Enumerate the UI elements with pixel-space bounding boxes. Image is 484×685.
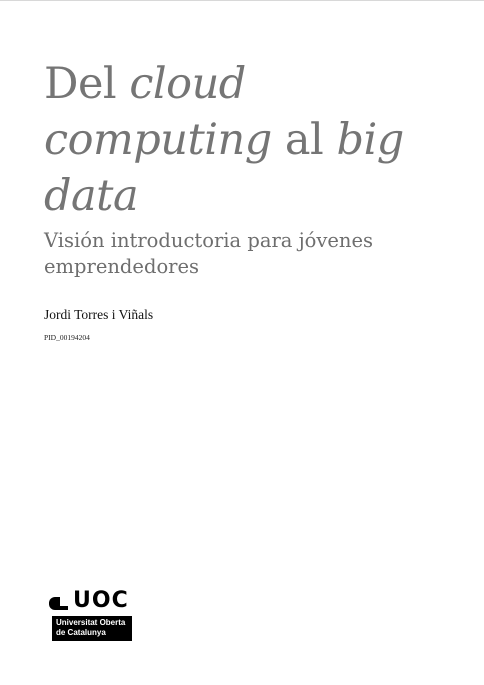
logo-name-box: Universitat Oberta de Catalunya xyxy=(52,616,132,641)
document-id: PID_00194204 xyxy=(44,333,90,342)
document-title: Del cloud computing al big data xyxy=(44,56,464,224)
logo-name-line-2: de Catalunya xyxy=(56,628,106,637)
author-name: Jordi Torres i Viñals xyxy=(44,307,154,322)
top-divider xyxy=(0,0,484,1)
logo-mark-icon xyxy=(49,597,68,610)
document-subtitle: Visión introductoria para jóvenes empren… xyxy=(44,229,374,278)
title-part-5: big xyxy=(336,115,404,165)
title-part-6: data xyxy=(44,171,139,221)
logo-wordmark: UOC xyxy=(73,588,129,613)
logo-top-row: UOC xyxy=(49,588,135,614)
title-part-2: cloud xyxy=(129,59,246,109)
title-part-3: computing xyxy=(44,115,272,165)
document-page: Del cloud computing al big data Visión int… xyxy=(0,0,484,685)
uoc-logo: UOC Universitat Oberta de Catalunya xyxy=(49,588,135,643)
title-part-4: al xyxy=(271,115,337,165)
logo-name-line-1: Universitat Oberta xyxy=(56,618,126,627)
title-part-1: Del xyxy=(44,59,130,109)
